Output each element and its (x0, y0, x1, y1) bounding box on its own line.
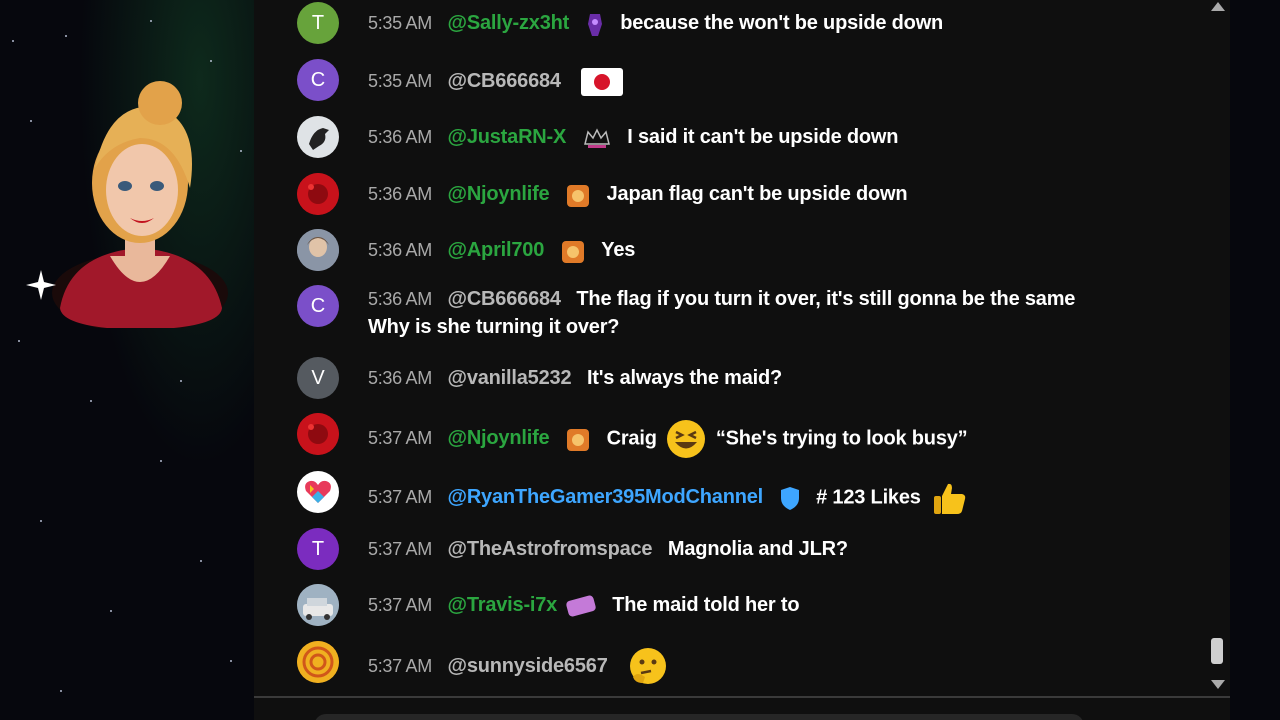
thinking-face-icon (630, 648, 667, 684)
thumbs-up-icon (934, 483, 966, 514)
member-badge-icon (587, 13, 602, 36)
spiral-avatar-icon (297, 641, 339, 683)
chat-input-box[interactable] (314, 714, 1084, 720)
user-avatar[interactable] (297, 229, 339, 271)
author-name[interactable]: @sunnyside6567 (448, 655, 608, 677)
message-text: Japan flag can't be upside down (606, 183, 908, 205)
member-badge-icon (561, 240, 584, 263)
message-timestamp: 5:36 AM (368, 240, 432, 260)
chat-message: T 5:37 AM @TheAstrofromspace Magnolia an… (254, 528, 1194, 570)
author-name[interactable]: @Sally-zx3ht (448, 12, 570, 34)
chat-message: T 5:35 AM @Sally-zx3ht because the won't… (254, 2, 1194, 44)
chat-message: 5:37 AM @RyanTheGamer395ModChannel # 123… (254, 471, 1194, 514)
chat-message: C 5:35 AM @CB666684 (254, 59, 1194, 101)
message-text: It's always the maid? (586, 367, 783, 389)
user-avatar[interactable]: T (297, 528, 339, 570)
message-timestamp: 5:36 AM (368, 289, 432, 309)
message-text: Craig (606, 427, 657, 450)
stream-background-right (1230, 0, 1280, 720)
message-text: The flag if you turn it over, it's still… (576, 288, 1076, 310)
red-pattern-avatar-icon (297, 173, 339, 215)
message-timestamp: 5:37 AM (368, 539, 432, 559)
user-avatar[interactable] (297, 641, 339, 683)
chat-message: C 5:36 AM @CB666684 The flag if you turn… (254, 285, 1194, 345)
user-avatar[interactable] (297, 173, 339, 215)
message-timestamp: 5:37 AM (368, 487, 432, 508)
user-avatar[interactable]: C (297, 285, 339, 327)
message-text-continued: Why is she turning it over? (368, 316, 620, 338)
author-name[interactable]: @April700 (448, 239, 545, 261)
sparkle-cursor-icon (26, 270, 56, 300)
author-name[interactable]: @Travis-i7x (448, 594, 558, 616)
message-timestamp: 5:37 AM (368, 656, 432, 677)
japan-flag-icon (581, 68, 624, 96)
message-text: Yes (601, 239, 636, 261)
user-avatar[interactable] (297, 413, 339, 455)
user-avatar[interactable] (297, 471, 339, 513)
message-timestamp: 5:37 AM (368, 595, 432, 615)
message-text: because the won't be upside down (620, 12, 944, 34)
chat-divider (254, 696, 1230, 698)
author-name[interactable]: @TheAstrofromspace (448, 538, 653, 560)
chat-message: V 5:36 AM @vanilla5232 It's always the m… (254, 357, 1194, 399)
chat-scrollbar[interactable] (1208, 0, 1226, 700)
member-badge-icon (567, 429, 590, 451)
chat-message: 5:37 AM @Njoynlife Craig “She's trying t… (254, 413, 1194, 458)
message-text: Magnolia and JLR? (667, 538, 848, 560)
message-timestamp: 5:35 AM (368, 13, 432, 33)
author-name[interactable]: @RyanTheGamer395ModChannel (448, 486, 764, 508)
chat-message: 5:36 AM @Njoynlife Japan flag can't be u… (254, 173, 1194, 215)
moderator-shield-icon (780, 487, 799, 510)
message-timestamp: 5:35 AM (368, 71, 432, 92)
stream-background-left (0, 0, 254, 720)
member-badge-icon (565, 595, 596, 617)
grinning-squinting-face-icon (667, 420, 706, 458)
message-text: I said it can't be upside down (627, 126, 899, 148)
streamer-avatar-illustration (52, 81, 228, 328)
user-avatar[interactable] (297, 116, 339, 158)
chat-message: 5:37 AM @Travis-i7x The maid told her to (254, 584, 1194, 626)
user-avatar[interactable]: T (297, 2, 339, 44)
scroll-down-arrow-icon[interactable] (1211, 680, 1225, 689)
message-timestamp: 5:36 AM (368, 184, 432, 204)
author-name[interactable]: @JustaRN-X (448, 126, 567, 148)
message-text-after: “She's trying to look busy” (715, 427, 968, 450)
user-avatar[interactable]: C (297, 59, 339, 101)
author-name[interactable]: @vanilla5232 (448, 367, 572, 389)
user-avatar[interactable]: V (297, 357, 339, 399)
author-name[interactable]: @CB666684 (448, 70, 562, 92)
scroll-thumb[interactable] (1211, 638, 1223, 664)
author-name[interactable]: @Njoynlife (448, 427, 550, 449)
message-timestamp: 5:36 AM (368, 368, 432, 388)
message-text: # 123 Likes (816, 486, 921, 509)
chat-message: 5:36 AM @JustaRN-X I said it can't be up… (254, 116, 1194, 158)
scroll-up-arrow-icon[interactable] (1211, 2, 1225, 11)
user-avatar[interactable] (297, 584, 339, 626)
member-badge-icon (567, 184, 590, 207)
author-name[interactable]: @Njoynlife (448, 183, 550, 205)
red-pattern-avatar-icon (297, 413, 339, 455)
message-text: The maid told her to (612, 594, 800, 616)
message-timestamp: 5:37 AM (368, 428, 432, 449)
chat-message: 5:36 AM @April700 Yes (254, 229, 1194, 271)
author-name[interactable]: @CB666684 (448, 288, 562, 310)
chat-message: 5:37 AM @sunnyside6567 (254, 641, 1194, 684)
photo-avatar-icon (297, 584, 339, 626)
photo-avatar-icon (297, 229, 339, 271)
heart-logo-avatar-icon (305, 480, 331, 503)
live-chat-panel[interactable]: T 5:35 AM @Sally-zx3ht because the won't… (254, 0, 1230, 720)
crow-avatar-icon (309, 128, 329, 150)
crown-badge-icon (583, 128, 610, 148)
message-timestamp: 5:36 AM (368, 127, 432, 147)
